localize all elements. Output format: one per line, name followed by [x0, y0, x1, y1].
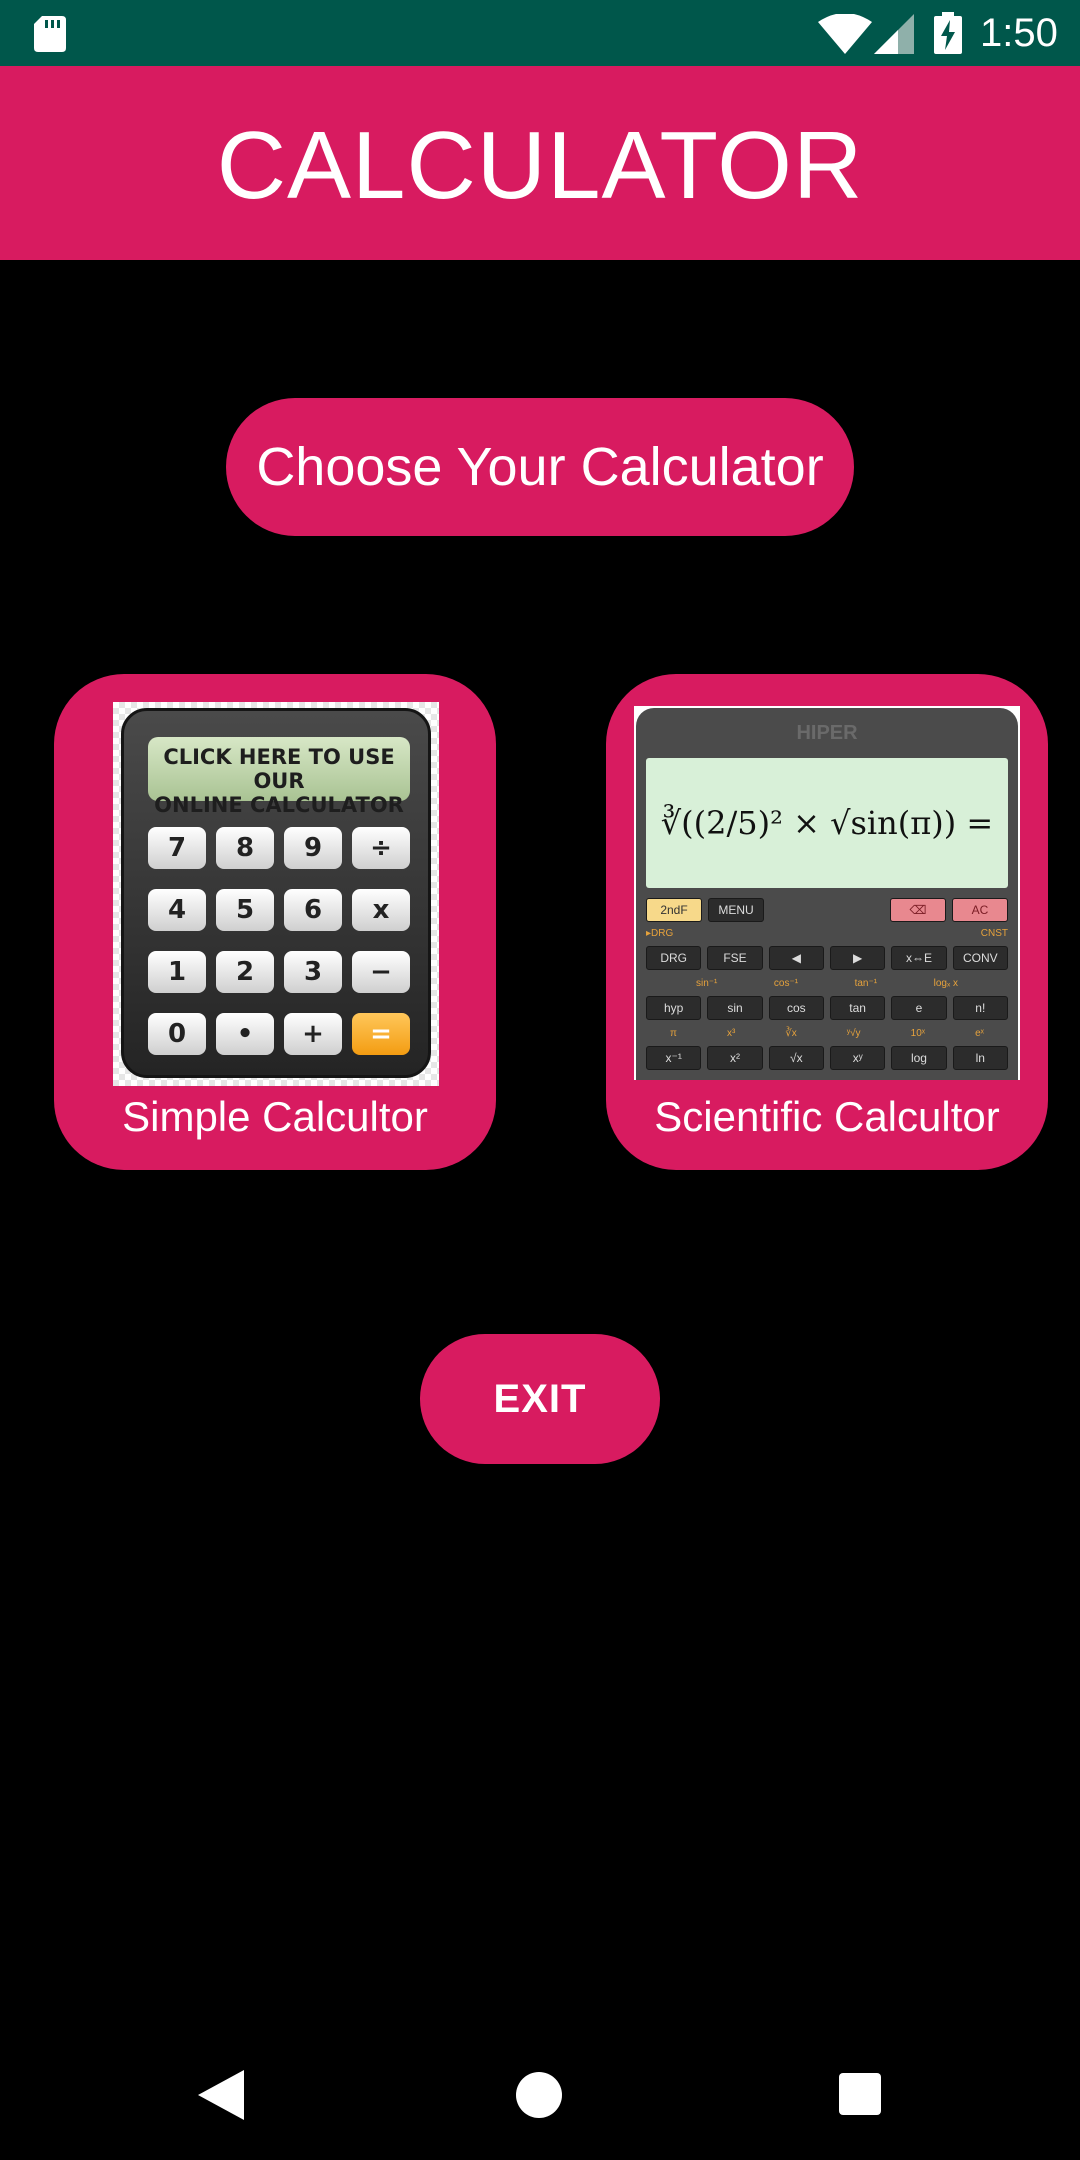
key-6: 6: [284, 889, 342, 931]
sci-tiny-label: eˣ: [975, 1028, 984, 1039]
key-5: 5: [216, 889, 274, 931]
sci-tiny-label: x³: [726, 1028, 736, 1039]
sci-tiny-label: π: [670, 1028, 677, 1039]
sci-key: hyp: [646, 996, 702, 1020]
sci-key: FSE: [707, 946, 763, 970]
sci-screen: ∛((2/5)² × √sin(π)) =: [646, 758, 1008, 888]
sci-key: ⌫: [890, 898, 946, 922]
simple-calculator-label: Simple Calcultor: [122, 1093, 428, 1140]
sci-brand: HIPER: [796, 722, 858, 744]
sci-key-row-3: hyp sin cos tan e n!: [646, 996, 1008, 1020]
sci-tiny-label: 10ˣ: [910, 1028, 926, 1039]
sci-key-row-4: x⁻¹ x² √x xʸ log ln: [646, 1046, 1008, 1070]
sci-key: AC: [952, 898, 1008, 922]
sci-key: xʸ: [829, 1046, 886, 1070]
simple-calculator-image[interactable]: CLICK HERE TO USE OUR ONLINE CALCULATOR …: [113, 702, 439, 1086]
sci-key: x⇔E: [891, 946, 947, 970]
sci-key: e: [891, 996, 947, 1020]
sci-key: MENU: [708, 898, 764, 922]
sci-key: n!: [952, 996, 1008, 1020]
exit-button[interactable]: EXIT: [420, 1334, 660, 1464]
display-line-1: CLICK HERE TO USE OUR: [163, 745, 395, 793]
key-8: 8: [216, 827, 274, 869]
key-1: 1: [148, 951, 206, 993]
wifi-icon: [818, 14, 872, 54]
sci-tiny-row-1: ▸DRG CNST: [646, 928, 1008, 939]
battery-charging-icon: [934, 12, 962, 54]
sci-key-spacer: [770, 898, 824, 922]
sci-tiny-label: logₓ x: [933, 978, 958, 989]
sci-key: sin: [707, 996, 763, 1020]
sci-key: ln: [952, 1046, 1008, 1070]
scientific-calculator-illustration: HIPER ∛((2/5)² × √sin(π)) = 2ndF MENU ⌫ …: [636, 708, 1018, 1080]
sci-key: cos: [768, 996, 824, 1020]
app-title: CALCULATOR: [216, 112, 864, 219]
simple-calculator-card[interactable]: CLICK HERE TO USE OUR ONLINE CALCULATOR …: [54, 674, 496, 1170]
sci-key: log: [891, 1046, 947, 1070]
key-equals: =: [352, 1013, 410, 1055]
status-bar: 1:50: [0, 0, 1080, 66]
sci-tiny-label: sin⁻¹: [696, 978, 718, 989]
key-plus: +: [284, 1013, 342, 1055]
sci-tiny-label: ʸ√y: [846, 1028, 861, 1039]
sci-key: CONV: [952, 946, 1008, 970]
key-multiply: x: [352, 889, 410, 931]
calculator-display: CLICK HERE TO USE OUR ONLINE CALCULATOR: [148, 737, 410, 817]
key-decimal: •: [216, 1013, 274, 1055]
key-3: 3: [284, 951, 342, 993]
key-2: 2: [216, 951, 274, 993]
app-bar: CALCULATOR: [0, 66, 1080, 260]
key-9: 9: [284, 827, 342, 869]
sci-tiny-row-2: sin⁻¹ cos⁻¹ tan⁻¹ logₓ x: [646, 978, 1008, 989]
sci-tiny-label: CNST: [980, 928, 1008, 939]
sci-tiny-label: ∛x: [785, 1028, 797, 1039]
status-time: 1:50: [980, 11, 1058, 55]
sci-key-spacer: [830, 898, 884, 922]
sci-key: 2ndF: [646, 898, 702, 922]
scientific-calculator-image[interactable]: HIPER ∛((2/5)² × √sin(π)) = 2ndF MENU ⌫ …: [634, 706, 1020, 1080]
back-icon[interactable]: [198, 2070, 244, 2120]
calculator-keypad: 7 8 9 ÷ 4 5 6 x 1 2 3 − 0 • + =: [148, 827, 410, 1055]
scientific-calculator-card[interactable]: HIPER ∛((2/5)² × √sin(π)) = 2ndF MENU ⌫ …: [606, 674, 1048, 1170]
sci-key: tan: [829, 996, 886, 1020]
sci-key: x²: [707, 1046, 763, 1070]
home-icon[interactable]: [516, 2072, 562, 2118]
sci-key-row-1: 2ndF MENU ⌫ AC: [646, 898, 1008, 922]
key-minus: −: [352, 951, 410, 993]
recent-apps-icon[interactable]: [839, 2073, 881, 2115]
choose-calculator-heading: Choose Your Calculator: [226, 398, 854, 536]
sci-tiny-label: tan⁻¹: [854, 978, 878, 989]
key-7: 7: [148, 827, 206, 869]
signal-icon: [874, 14, 914, 54]
sci-tiny-label: cos⁻¹: [773, 978, 799, 989]
sci-tiny-label: ▸DRG: [646, 928, 674, 939]
sci-tiny-row-3: π x³ ∛x ʸ√y 10ˣ eˣ: [646, 1028, 1008, 1039]
sd-card-icon: [34, 16, 66, 52]
calculator-illustration: CLICK HERE TO USE OUR ONLINE CALCULATOR …: [121, 708, 431, 1078]
sci-key: DRG: [646, 946, 702, 970]
key-0: 0: [148, 1013, 206, 1055]
sci-key-row-2: DRG FSE ◀ ▶ x⇔E CONV: [646, 946, 1008, 970]
sci-key: ◀: [768, 946, 824, 970]
sci-key: x⁻¹: [646, 1046, 702, 1070]
key-divide: ÷: [352, 827, 410, 869]
key-4: 4: [148, 889, 206, 931]
scientific-calculator-label: Scientific Calcultor: [654, 1093, 1000, 1140]
sci-key: √x: [768, 1046, 824, 1070]
display-line-2: ONLINE CALCULATOR: [154, 793, 404, 817]
sci-key: ▶: [829, 946, 886, 970]
